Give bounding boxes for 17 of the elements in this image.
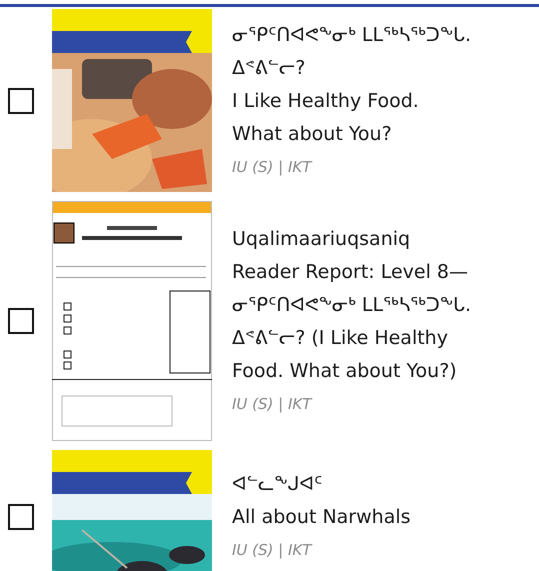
title-text: ᓂᕿᑦᑎᐊᕙᖕᓂᒃ ᒪᒪᖅᓴᖅᑐᖕᒐ. bbox=[232, 292, 472, 318]
checkbox[interactable] bbox=[8, 88, 34, 114]
title-text: ᐊᓪᓚᖕᒍᐊᑦ bbox=[232, 472, 324, 497]
language-label: IU (S) | IKT bbox=[232, 394, 314, 414]
title-text: All about Narwhals bbox=[232, 505, 411, 530]
title-text: What about You? bbox=[232, 122, 393, 146]
title-text: ᐃᕝᕕᓪᓕ? bbox=[232, 56, 306, 80]
title-text: ᐃᕝᕕᓪᓕ? (I Like Healthy bbox=[232, 326, 449, 350]
language-label: IU (S) | IKT bbox=[232, 540, 314, 561]
title-text: Food. What about You?) bbox=[232, 358, 458, 384]
language-label: IU (S) | IKT bbox=[232, 156, 314, 178]
title-text: ᓂᕿᑦᑎᐊᕙᖕᓂᒃ ᒪᒪᖅᓴᖅᑐᖕᒐ. bbox=[232, 22, 472, 48]
checkbox[interactable] bbox=[8, 308, 34, 334]
checkbox[interactable] bbox=[8, 504, 34, 530]
title-text: Uqalimaariuqsaniq bbox=[232, 226, 412, 252]
title-text: Reader Report: Level 8— bbox=[232, 260, 469, 284]
title-text: I Like Healthy Food. bbox=[232, 88, 420, 114]
